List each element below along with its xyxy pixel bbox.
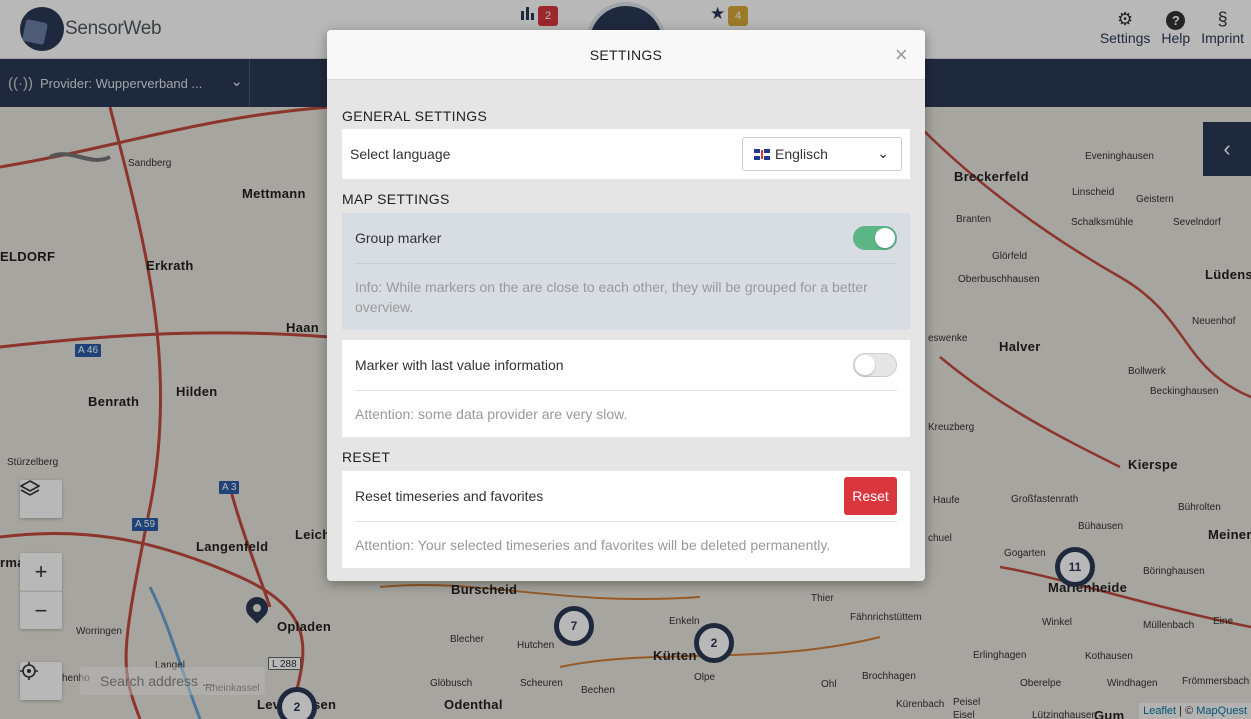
group-marker-info: Info: While markers on the are close to … [355, 279, 868, 315]
last-value-label: Marker with last value information [355, 357, 564, 373]
group-marker-label: Group marker [355, 230, 442, 246]
reset-info: Attention: Your selected timeseries and … [355, 537, 831, 553]
reset-label: Reset timeseries and favorites [355, 488, 544, 504]
language-label: Select language [350, 146, 451, 162]
language-card: Select language Englisch ⌄ [342, 129, 910, 179]
modal-title: SETTINGS [589, 46, 663, 63]
settings-modal: SETTINGS × GENERAL SETTINGS Select langu… [327, 30, 925, 581]
group-marker-toggle[interactable] [853, 226, 897, 250]
language-select[interactable]: Englisch ⌄ [742, 137, 902, 171]
reset-button[interactable]: Reset [844, 477, 897, 515]
last-value-info: Attention: some data provider are very s… [355, 406, 628, 422]
language-value: Englisch [775, 146, 828, 162]
general-settings-heading: GENERAL SETTINGS [342, 108, 488, 124]
last-value-card: Marker with last value information Atten… [342, 340, 910, 437]
chevron-down-icon: ⌄ [877, 145, 889, 161]
uk-flag-icon [754, 148, 770, 160]
reset-card: Reset timeseries and favorites Reset Att… [342, 471, 910, 568]
last-value-toggle[interactable] [853, 353, 897, 377]
close-icon[interactable]: × [895, 42, 908, 68]
modal-header: SETTINGS × [327, 30, 925, 80]
toggle-knob [875, 228, 895, 248]
reset-heading: RESET [342, 449, 391, 465]
map-settings-heading: MAP SETTINGS [342, 191, 450, 207]
group-marker-card: Group marker Info: While markers on the … [342, 213, 910, 330]
toggle-knob [855, 355, 875, 375]
